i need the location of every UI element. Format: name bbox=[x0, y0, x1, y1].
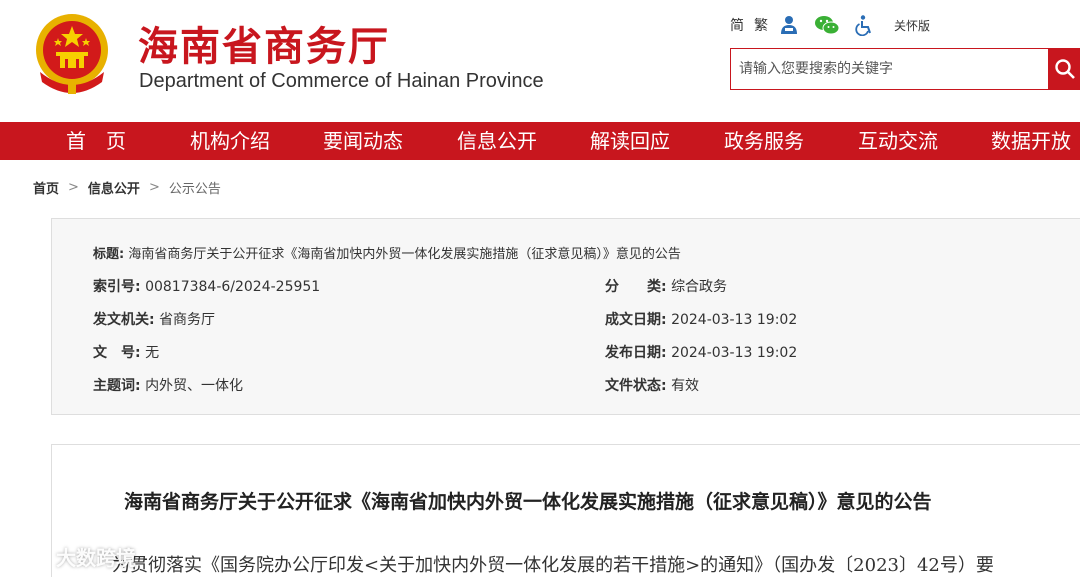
nav-item-open-data[interactable]: 数据开放 bbox=[991, 122, 1071, 160]
national-emblem-icon[interactable] bbox=[32, 12, 112, 96]
meta-status-value: 有效 bbox=[671, 378, 700, 394]
search-icon bbox=[1055, 59, 1075, 79]
meta-index-row: 索引号: 00817384-6/2024-25951 bbox=[93, 276, 320, 296]
meta-created-label: 成文日期: bbox=[605, 312, 667, 328]
breadcrumb-current[interactable]: 公示公告 bbox=[169, 178, 221, 197]
utility-bar: 简 繁 关怀版 bbox=[730, 12, 930, 38]
meta-docno-label: 文 号: bbox=[93, 345, 141, 361]
breadcrumb: 首页 > 信息公开 > 公示公告 bbox=[33, 178, 221, 197]
document-content: 海南省商务厅关于公开征求《海南省加快内外贸一体化发展实施措施（征求意见稿）》意见… bbox=[51, 444, 1080, 577]
weibo-user-icon[interactable] bbox=[778, 14, 800, 36]
meta-subject-row: 主题词: 内外贸、一体化 bbox=[93, 375, 243, 395]
meta-docno-value: 无 bbox=[145, 345, 160, 361]
meta-status-label: 文件状态: bbox=[605, 378, 667, 394]
breadcrumb-home[interactable]: 首页 bbox=[33, 178, 59, 197]
breadcrumb-info-disclosure[interactable]: 信息公开 bbox=[88, 178, 140, 197]
document-title: 海南省商务厅关于公开征求《海南省加快内外贸一体化发展实施措施（征求意见稿）》意见… bbox=[124, 491, 932, 513]
meta-issuer-label: 发文机关: bbox=[93, 312, 155, 328]
meta-title-value: 海南省商务厅关于公开征求《海南省加快内外贸一体化发展实施措施（征求意见稿）》意见… bbox=[128, 247, 681, 262]
wechat-icon[interactable] bbox=[814, 14, 840, 36]
traditional-chinese-link[interactable]: 繁 bbox=[754, 15, 768, 35]
nav-item-info-disclosure[interactable]: 信息公开 bbox=[457, 122, 537, 160]
meta-status-row: 文件状态: 有效 bbox=[605, 375, 699, 395]
meta-index-label: 索引号: bbox=[93, 279, 141, 295]
breadcrumb-separator: > bbox=[68, 180, 79, 195]
meta-title-row: 标题: 海南省商务厅关于公开征求《海南省加快内外贸一体化发展实施措施（征求意见稿… bbox=[93, 243, 681, 262]
meta-title-label: 标题: bbox=[93, 247, 125, 262]
site-subtitle: Department of Commerce of Hainan Provinc… bbox=[139, 70, 544, 92]
meta-index-value: 00817384-6/2024-25951 bbox=[145, 279, 321, 295]
nav-item-home[interactable]: 首 页 bbox=[66, 122, 126, 160]
watermark-text: 大数跨境 bbox=[56, 545, 136, 570]
care-mode-link[interactable]: 关怀版 bbox=[894, 17, 930, 34]
nav-item-interpretation[interactable]: 解读回应 bbox=[590, 122, 670, 160]
meta-category-label: 分 类: bbox=[605, 279, 667, 295]
nav-item-news[interactable]: 要闻动态 bbox=[323, 122, 403, 160]
nav-item-about[interactable]: 机构介绍 bbox=[190, 122, 270, 160]
meta-issuer-value: 省商务厅 bbox=[159, 312, 216, 328]
meta-published-label: 发布日期: bbox=[605, 345, 667, 361]
meta-category-value: 综合政务 bbox=[671, 279, 728, 295]
meta-published-row: 发布日期: 2024-03-13 19:02 bbox=[605, 342, 797, 362]
site-title[interactable]: 海南省商务厅 bbox=[138, 14, 390, 72]
breadcrumb-separator: > bbox=[148, 180, 160, 195]
document-body-text: 为贯彻落实《国务院办公厅印发<关于加快内外贸一体化发展的若干措施>的通知》（国办… bbox=[112, 555, 994, 576]
meta-created-row: 成文日期: 2024-03-13 19:02 bbox=[605, 309, 797, 329]
meta-created-value: 2024-03-13 19:02 bbox=[671, 312, 798, 328]
watermark-logo-icon bbox=[11, 546, 51, 564]
watermark: 大数跨境 bbox=[8, 541, 136, 571]
search-box bbox=[730, 48, 1080, 90]
meta-category-row: 分 类: 综合政务 bbox=[605, 276, 727, 296]
accessibility-icon[interactable] bbox=[854, 14, 876, 36]
main-nav: 首 页 机构介绍 要闻动态 信息公开 解读回应 政务服务 互动交流 数据开放 bbox=[0, 122, 1080, 160]
search-button[interactable] bbox=[1048, 49, 1080, 89]
nav-item-services[interactable]: 政务服务 bbox=[724, 122, 804, 160]
search-input[interactable] bbox=[731, 49, 1048, 89]
meta-published-value: 2024-03-13 19:02 bbox=[671, 345, 798, 361]
meta-subject-value: 内外贸、一体化 bbox=[145, 378, 244, 394]
simplified-chinese-link[interactable]: 简 bbox=[730, 15, 744, 35]
meta-docno-row: 文 号: 无 bbox=[93, 342, 159, 362]
document-meta-box: 标题: 海南省商务厅关于公开征求《海南省加快内外贸一体化发展实施措施（征求意见稿… bbox=[51, 218, 1080, 415]
meta-subject-label: 主题词: bbox=[93, 378, 141, 394]
site-header: 海南省商务厅 Department of Commerce of Hainan … bbox=[0, 0, 1080, 122]
nav-item-interaction[interactable]: 互动交流 bbox=[858, 122, 938, 160]
meta-issuer-row: 发文机关: 省商务厅 bbox=[93, 309, 215, 329]
